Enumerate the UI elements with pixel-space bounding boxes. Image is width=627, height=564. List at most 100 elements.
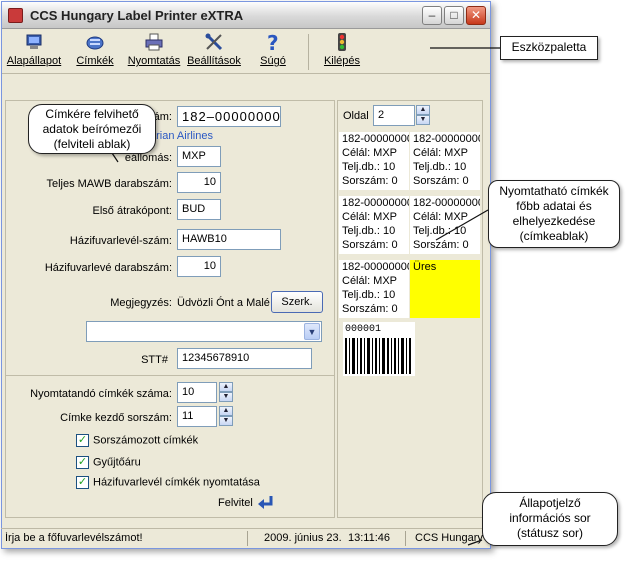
labels-callout: Nyomtatható címkék főbb adatai és elhely… [488,180,620,248]
first-transit-input[interactable]: BUD [177,199,221,220]
input-callout: Címkére felvihető adatok beírómezői (fel… [28,104,156,154]
start-serial-input[interactable]: 11 [177,406,217,427]
title-bar[interactable]: CCS Hungary Label Printer eXTRA – □ ✕ [2,2,490,29]
toolbar-exit-button[interactable]: Kilépés [322,32,362,72]
printer-icon [145,33,163,51]
mawb-count-label: Teljes MAWB darabszám: [46,178,172,190]
print-count-stepper[interactable]: ▲ ▼ [219,382,233,403]
label-cell[interactable]: 182-00000000 Célál: MXP Telj.db.: 10 Sorszá… [339,260,409,318]
label-line: Telj.db.: 10 [413,161,467,173]
label-line: Telj.db.: 10 [413,225,467,237]
note-combo[interactable]: ▼ [86,321,322,342]
label-line: Sorszám: 0 [413,175,469,187]
enter-arrow-icon[interactable] [256,494,274,512]
destination-input[interactable]: MXP [177,146,221,167]
status-message: Írja be a főfuvarlevélszámot! [5,532,143,544]
callout-text: (státusz sor) [516,526,583,540]
label-line: Célál: MXP [342,211,398,223]
arrow-down-icon[interactable]: ▼ [416,115,430,125]
toolbar-print-button[interactable]: Nyomtatás [126,32,182,72]
stt-input[interactable]: 12345678910 [177,348,312,369]
hawb-print-checkbox[interactable]: ✓ Házifuvarlevél címkék nyomtatása [76,476,260,489]
toolbar-labels-button[interactable]: Címkék [74,32,116,72]
status-bar: Írja be a főfuvarlevélszámot! 2009. júni… [1,528,489,547]
barcode-icon [345,338,411,374]
airline-name: arian Airlines [150,130,213,142]
status-separator [247,531,248,546]
close-button[interactable]: ✕ [466,6,486,25]
svg-text:?: ? [267,32,279,52]
callout-text: Címkére felvihető [45,107,139,121]
checkmark-icon[interactable]: ✓ [76,476,89,489]
label-line: Célál: MXP [342,275,398,287]
label-cell[interactable]: 182-00000000 Célál: MXP Telj.db.: 10 Sorszá… [410,132,480,190]
label-line: 182-00000000 [342,261,409,273]
toolbar-separator [308,34,309,70]
stt-label: STT# [141,354,168,366]
mawb-count-input[interactable]: 10 [177,172,221,193]
callout-text: Állapotjelző [519,496,581,510]
hawb-input[interactable]: HAWB10 [177,229,281,250]
first-transit-label: Első átrakópont: [92,205,173,217]
note-value: Üdvözli Ónt a Malé [177,297,270,309]
computer-icon [26,34,42,49]
checkmark-icon[interactable]: ✓ [76,434,89,447]
submit-label[interactable]: Felvitel [218,497,253,509]
mawb-input[interactable]: 182–00000000 [177,106,281,127]
chevron-down-icon[interactable]: ▼ [304,323,320,340]
empty-label-cell[interactable]: Üres [410,260,480,318]
label-line: Célál: MXP [413,211,469,223]
note-label: Megjegyzés: [110,297,172,309]
toolbar-label: Beállítások [187,55,241,67]
edit-note-button[interactable]: Szerk. [271,291,323,313]
label-cell[interactable]: 182-00000000 Célál: MXP Telj.db.: 10 Sorszá… [410,196,480,254]
toolbar-settings-button[interactable]: Beállítások [186,32,242,72]
hawb-label: Házifuvarlevél-szám: [69,235,172,247]
status-date: 2009. június 23. [264,532,342,544]
collector-checkbox[interactable]: ✓ Gyűjtőáru [76,456,141,469]
checkmark-icon[interactable]: ✓ [76,456,89,469]
label-cell[interactable]: 182-00000000 Célál: MXP Telj.db.: 10 Sorszá… [339,196,409,254]
callout-text: (felviteli ablak) [53,137,131,151]
toolbar-reset-button[interactable]: Alapállapot [6,32,62,72]
arrow-up-icon[interactable]: ▲ [219,406,233,416]
print-count-input[interactable]: 10 [177,382,217,403]
checkbox-label: Sorszámozott címkék [93,434,199,447]
callout-text: adatok beírómezői [42,122,142,136]
checkbox-label: Gyűjtőáru [93,456,141,469]
arrow-up-icon[interactable]: ▲ [416,105,430,115]
label-line: 182-00000000 [413,197,480,209]
arrow-down-icon[interactable]: ▼ [219,416,233,426]
maximize-button[interactable]: □ [444,6,464,25]
label-line: 182-00000000 [342,133,409,145]
checkbox-label: Házifuvarlevél címkék nyomtatása [93,476,260,489]
start-serial-stepper[interactable]: ▲ ▼ [219,406,233,427]
callout-text: (címkeablak) [519,229,589,243]
hawb-count-input[interactable]: 10 [177,256,221,277]
status-separator [405,531,406,546]
toolbar-callout: Eszközpaletta [500,36,598,60]
print-count-label: Nyomtatandó címkék száma: [30,388,172,400]
toolbar-help-button[interactable]: ? Súgó [258,32,288,72]
hawb-count-label: Házifuvarlevé darabszám: [44,262,172,274]
label-line: 182-00000000 [342,197,409,209]
label-cell[interactable]: 182-00000000 Célál: MXP Telj.db.: 10 Sorszá… [339,132,409,190]
callout-text: Nyomtatható címkék [499,184,609,198]
tools-icon [205,33,223,51]
label-line: Telj.db.: 10 [342,225,396,237]
arrow-down-icon[interactable]: ▼ [219,392,233,402]
app-icon [8,8,23,23]
status-company: CCS Hungary [415,532,483,544]
label-line: Telj.db.: 10 [342,161,396,173]
numbered-labels-checkbox[interactable]: ✓ Sorszámozott címkék [76,434,198,447]
minimize-button[interactable]: – [422,6,442,25]
panel-divider [5,375,335,376]
toolbar-label: Kilépés [323,55,361,67]
page-label: Oldal [343,110,369,122]
page-stepper[interactable]: ▲ ▼ [416,105,430,126]
page-input[interactable]: 2 [373,105,415,126]
labels-icon [86,36,104,50]
barcode-number: 000001 [345,324,382,335]
label-line: Célál: MXP [342,147,398,159]
arrow-up-icon[interactable]: ▲ [219,382,233,392]
